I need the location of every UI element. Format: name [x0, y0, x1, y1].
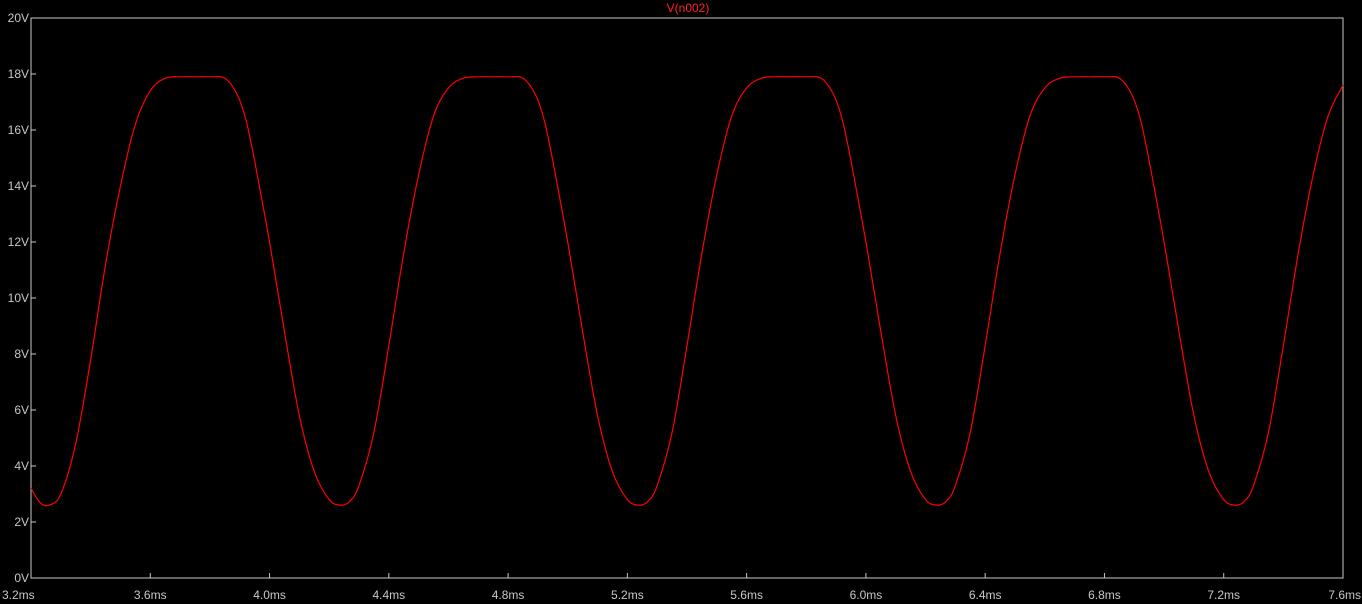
x-tick-label: 5.2ms: [611, 588, 644, 602]
x-tick-label: 6.0ms: [850, 588, 883, 602]
y-tick-label: 10V: [8, 291, 29, 305]
y-tick-label: 0V: [14, 571, 29, 585]
y-tick-label: 20V: [8, 11, 29, 25]
y-tick-label: 18V: [8, 67, 29, 81]
y-tick-label: 4V: [14, 459, 29, 473]
waveform-plot[interactable]: V(n002) 0V 2V 4V 6V 8V 10V 12V 14V 16V 18V 20V 3.2…: [0, 0, 1362, 604]
y-tick-label: 14V: [8, 179, 29, 193]
y-tick-label: 12V: [8, 235, 29, 249]
y-tick-label: 16V: [8, 123, 29, 137]
x-tick-label: 5.6ms: [730, 588, 763, 602]
plot-frame: [30, 17, 1344, 579]
trace-title[interactable]: V(n002): [667, 1, 710, 15]
x-tick-label: 4.0ms: [253, 588, 286, 602]
x-tick-label: 3.6ms: [134, 588, 167, 602]
x-tick-label: 4.8ms: [492, 588, 525, 602]
x-tick-label: 4.4ms: [372, 588, 405, 602]
x-tick-label: 7.6ms: [1328, 588, 1361, 602]
y-axis: 0V 2V 4V 6V 8V 10V 12V 14V 16V 18V 20V: [8, 11, 36, 585]
x-tick-label: 6.4ms: [969, 588, 1002, 602]
trace-line: [30, 75, 1344, 507]
x-axis: 3.2ms 3.6ms 4.0ms 4.4ms 4.8ms 5.2ms 5.6ms 6.0ms…: [2, 573, 1361, 602]
traces: [30, 75, 1344, 507]
y-tick-label: 8V: [14, 347, 29, 361]
y-tick-label: 2V: [14, 515, 29, 529]
y-tick-label: 6V: [14, 403, 29, 417]
x-tick-label: 7.2ms: [1207, 588, 1240, 602]
x-tick-label: 6.8ms: [1088, 588, 1121, 602]
x-tick-label: 3.2ms: [2, 588, 35, 602]
